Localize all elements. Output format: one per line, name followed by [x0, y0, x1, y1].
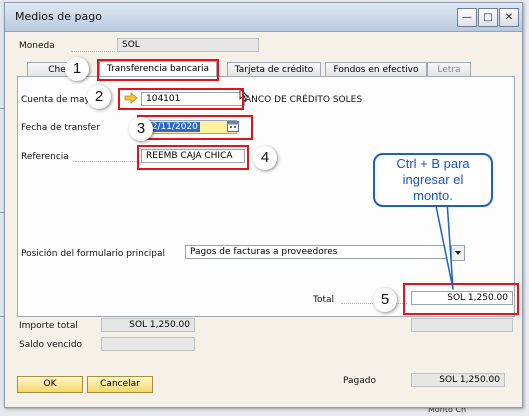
form-position-select[interactable]: Pagos de facturas a proveedores — [185, 245, 457, 259]
annotation-step-1: 1 — [65, 57, 89, 81]
tab-letra[interactable]: Letra — [427, 62, 471, 77]
close-icon: ✕ — [504, 12, 514, 23]
callout-pointer — [434, 200, 454, 290]
overdue-balance-label: Saldo vencido — [19, 340, 83, 350]
account-label: Cuenta de may — [21, 95, 90, 105]
total-label: Total — [313, 295, 335, 305]
minimize-button[interactable]: — — [457, 8, 477, 27]
tab-card-label: Tarjeta de crédito — [234, 65, 314, 75]
annotation-step-3: 3 — [129, 117, 153, 141]
annotation-step-2: 2 — [87, 85, 111, 109]
label-leader — [71, 51, 115, 52]
annotation-highlight-transfer-tab — [97, 59, 219, 81]
total-amount-label: Importe total — [19, 321, 78, 331]
annotation-step-5: 5 — [373, 288, 397, 312]
ok-button[interactable]: OK — [17, 376, 83, 393]
annotation-highlight-account — [118, 88, 244, 110]
total-amount-readonly: SOL 1,250.00 — [101, 318, 195, 332]
paid-label: Pagado — [343, 376, 376, 386]
tab-fondos-en-efectivo[interactable]: Fondos en efectivo — [325, 62, 427, 77]
form-position-label: Posición del formulario principal — [21, 249, 165, 259]
secondary-amount-field — [411, 318, 513, 332]
annotation-highlight-reference — [137, 145, 249, 170]
maximize-icon: □ — [483, 12, 493, 23]
annotation-highlight-date — [137, 115, 253, 140]
cancel-button[interactable]: Cancelar — [87, 376, 153, 393]
account-name: ANCO DE CRÉDITO SOLES — [245, 95, 363, 105]
close-button[interactable]: ✕ — [499, 8, 519, 27]
window-title: Medios de pago — [15, 10, 102, 23]
label-leader — [75, 161, 137, 162]
currency-label: Moneda — [19, 41, 55, 51]
overdue-balance-field — [101, 337, 195, 351]
tab-tarjeta-de-credito[interactable]: Tarjeta de crédito — [227, 62, 321, 77]
currency-field: SOL — [117, 38, 259, 52]
reference-label: Referencia — [21, 152, 69, 162]
annotation-step-4: 4 — [253, 146, 277, 170]
shortcut-callout-bubble: Ctrl + B para ingresar el monto. — [373, 153, 493, 207]
tab-letra-label: Letra — [437, 65, 461, 75]
title-bar[interactable]: Medios de pago — □ ✕ — [5, 3, 522, 32]
tab-cheque-label: Che — [48, 65, 66, 75]
shortcut-callout-text: Ctrl + B para ingresar el monto. — [396, 156, 470, 203]
minimize-icon: — — [462, 12, 472, 23]
tab-cash-label: Fondos en efectivo — [333, 65, 419, 75]
transfer-date-label: Fecha de transfer — [21, 123, 100, 133]
payment-means-dialog: Medios de pago — □ ✕ Moneda SOL Che Tran… — [4, 2, 523, 408]
maximize-button[interactable]: □ — [478, 8, 498, 27]
paid-amount-field: SOL 1,250.00 — [411, 373, 505, 387]
